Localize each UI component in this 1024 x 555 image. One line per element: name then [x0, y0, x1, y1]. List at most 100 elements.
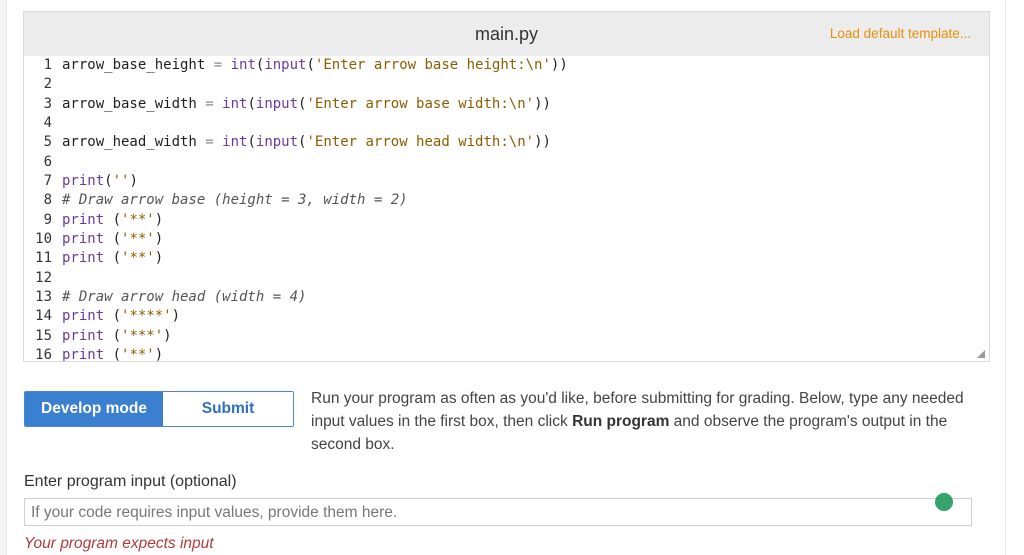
line-number: 2: [43, 76, 52, 93]
code-token: '': [112, 173, 130, 190]
code-token: input: [255, 95, 299, 112]
run-program-emphasis: Run program: [572, 413, 670, 430]
code-token: =: [205, 134, 214, 151]
code-token: ): [129, 173, 138, 190]
code-line[interactable]: 12: [24, 269, 989, 288]
code-token: '**': [121, 231, 155, 248]
grammarly-icon[interactable]: [935, 493, 953, 511]
code-token: ): [163, 327, 172, 344]
line-number: 5: [43, 134, 52, 151]
code-token: (: [104, 173, 113, 190]
line-number: 7: [43, 173, 52, 190]
code-token: arrow_base_width: [62, 95, 206, 112]
code-token: ): [171, 308, 181, 325]
code-token: print: [62, 327, 105, 344]
code-token: (: [247, 134, 256, 151]
program-input-container: [24, 493, 972, 526]
code-token: print: [62, 173, 105, 190]
code-token: print: [62, 211, 105, 228]
code-line[interactable]: 14 print ('****'): [24, 307, 989, 326]
code-line[interactable]: 10 print ('**'): [24, 230, 989, 249]
page-right-border: [1005, 0, 1024, 555]
line-number: 16: [35, 347, 52, 361]
load-default-template-link[interactable]: Load default template...: [830, 26, 971, 41]
code-area[interactable]: 1 arrow_base_height = int(input('Enter ar…: [24, 56, 989, 361]
code-token: (: [104, 327, 122, 344]
code-line[interactable]: 1 arrow_base_height = int(input('Enter ar…: [24, 56, 989, 75]
code-token: '***': [121, 327, 164, 344]
line-number: 12: [35, 269, 52, 286]
mode-toggle: Develop mode Submit mode: [24, 391, 294, 427]
code-line[interactable]: 13 # Draw arrow head (width = 4): [24, 288, 989, 307]
code-token: ): [154, 211, 164, 228]
code-token: # Draw arrow head (width = 4): [62, 289, 307, 306]
code-token: ): [154, 347, 164, 361]
run-instructions: Run your program as often as you'd like,…: [311, 387, 991, 456]
line-number: 6: [43, 153, 52, 170]
line-number: 4: [43, 115, 52, 132]
code-line[interactable]: 16 print ('**'): [24, 346, 989, 361]
resize-handle-icon[interactable]: [977, 350, 985, 358]
code-token: int: [222, 57, 256, 73]
code-token: '****': [121, 308, 172, 325]
code-line[interactable]: 5 arrow_head_width = int(input('Enter arr…: [24, 133, 989, 152]
code-editor[interactable]: main.py Load default template... 1 arrow_…: [23, 11, 990, 362]
code-token: int: [213, 134, 248, 151]
line-number: 8: [43, 192, 52, 209]
editor-header: main.py Load default template...: [24, 12, 989, 56]
code-token: (: [104, 250, 122, 267]
code-token: '**': [121, 347, 155, 361]
code-token: print: [62, 250, 105, 267]
code-token: (: [104, 308, 122, 325]
line-number: 13: [35, 289, 52, 306]
code-token: =: [213, 57, 223, 73]
code-line[interactable]: 15 print ('***'): [24, 327, 989, 346]
code-token: arrow_head_width: [62, 134, 206, 151]
code-token: )): [534, 95, 551, 112]
code-token: )): [550, 57, 568, 73]
line-number: 14: [35, 308, 52, 325]
code-token: print: [62, 308, 105, 325]
code-token: '**': [121, 211, 155, 228]
line-number: 1: [43, 57, 52, 73]
code-token: 'Enter arrow base height:\n': [314, 57, 551, 73]
line-number: 15: [35, 327, 52, 344]
code-token: ): [154, 231, 164, 248]
code-token: 'Enter arrow base width:\n': [306, 95, 535, 112]
code-line[interactable]: 8 # Draw arrow base (height = 3, width = …: [24, 191, 989, 210]
code-token: ): [154, 250, 164, 267]
code-line[interactable]: 7 print(''): [24, 172, 989, 191]
code-line[interactable]: 6: [24, 153, 989, 172]
code-token: print: [62, 347, 105, 361]
program-input-field[interactable]: [25, 499, 971, 525]
line-number: 11: [35, 250, 52, 267]
code-token: (: [306, 57, 315, 73]
code-token: =: [205, 95, 214, 112]
code-token: input: [264, 57, 307, 73]
code-token: (: [247, 95, 256, 112]
code-token: )): [534, 134, 551, 151]
code-token: (: [104, 347, 122, 361]
code-line[interactable]: 3 arrow_base_width = int(input('Enter arr…: [24, 95, 989, 114]
page-left-border: [0, 0, 7, 555]
program-input-label: Enter program input (optional): [24, 473, 237, 490]
code-line[interactable]: 4: [24, 114, 989, 133]
code-token: 'Enter arrow head width:\n': [306, 134, 535, 151]
submit-mode-button[interactable]: Submit mode: [163, 392, 293, 426]
line-number: 3: [43, 95, 52, 112]
code-token: int: [213, 95, 248, 112]
code-token: input: [255, 134, 299, 151]
code-token: (: [104, 211, 122, 228]
code-token: print: [62, 231, 105, 248]
code-line[interactable]: 11 print ('**'): [24, 249, 989, 268]
expects-input-message: Your program expects input: [24, 535, 214, 552]
code-line[interactable]: 2: [24, 75, 989, 94]
line-number: 9: [43, 211, 52, 228]
develop-mode-button[interactable]: Develop mode: [25, 392, 163, 426]
code-token: # Draw arrow base (height = 3, width = 2…: [62, 192, 408, 209]
code-line[interactable]: 9 print ('**'): [24, 211, 989, 230]
code-token: arrow_base_height: [62, 57, 214, 73]
code-token: '**': [121, 250, 155, 267]
line-number: 10: [35, 231, 52, 248]
code-token: (: [104, 231, 122, 248]
